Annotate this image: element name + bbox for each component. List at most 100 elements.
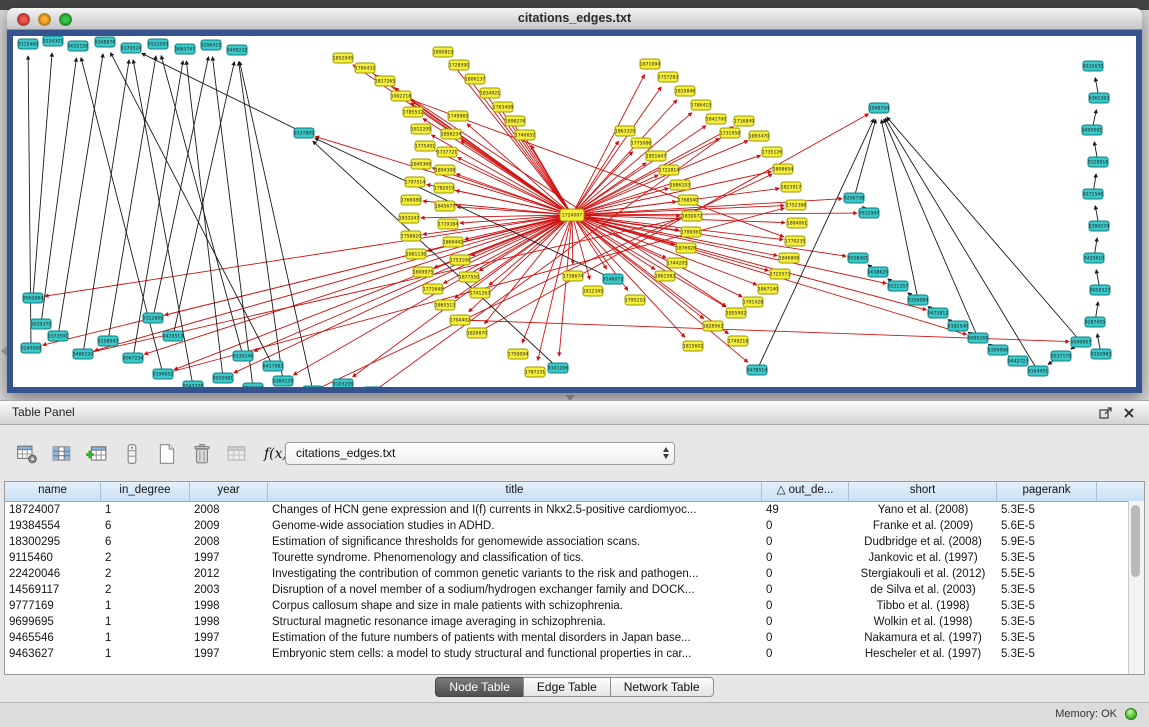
graph-node[interactable]: 9032158	[68, 41, 89, 51]
graph-node[interactable]: 1863329	[615, 126, 636, 136]
table-row[interactable]: 1872400712008Changes of HCN gene express…	[5, 502, 1144, 518]
graph-node[interactable]: 9271546	[1083, 189, 1104, 199]
table-mode-icon[interactable]	[121, 443, 143, 465]
graph-node[interactable]: 9537179	[1051, 351, 1072, 361]
delete-table-icon[interactable]	[191, 443, 213, 465]
graph-node[interactable]: 9049907	[1071, 337, 1092, 347]
graph-node[interactable]: 1809975	[413, 267, 434, 277]
graph-node[interactable]: 1772648	[423, 284, 444, 294]
graph-node[interactable]: 1867140	[758, 284, 779, 294]
graph-node[interactable]: 9417983	[263, 361, 284, 371]
column-header-1[interactable]: in_degree	[101, 482, 190, 501]
graph-node[interactable]: 1846806	[779, 253, 800, 263]
graph-node[interactable]: 1738674	[563, 271, 584, 281]
graph-node[interactable]: 9182540	[948, 321, 969, 331]
graph-node[interactable]: 9425610	[1084, 253, 1105, 263]
graph-node[interactable]: 9232635	[1083, 61, 1104, 71]
citation-edge-red[interactable]	[45, 215, 572, 296]
table-row[interactable]: 946362711997Embryonic stem cells: a mode…	[5, 646, 1144, 662]
citation-edge-red[interactable]	[144, 215, 572, 354]
graph-node[interactable]: 9158943	[98, 336, 119, 346]
graph-node[interactable]: 9473812	[928, 308, 949, 318]
table-settings-icon[interactable]	[16, 443, 38, 465]
show-columns-icon[interactable]	[51, 443, 73, 465]
close-window-button[interactable]	[17, 13, 30, 26]
citation-edge-black[interactable]	[854, 120, 876, 198]
citation-edge-black[interactable]	[173, 62, 234, 336]
citation-edge-black[interactable]	[28, 56, 31, 348]
table-row[interactable]: 977716911998Corpus callosum shape and si…	[5, 598, 1144, 614]
graph-node[interactable]: 9115460	[18, 39, 39, 49]
graph-node[interactable]: 1858234	[441, 129, 462, 139]
citation-edge-red[interactable]	[174, 215, 572, 370]
graph-node[interactable]: 9019375	[31, 319, 52, 329]
create-column-icon[interactable]	[86, 443, 108, 465]
graph-node[interactable]: 9429517	[163, 331, 184, 341]
graph-node[interactable]: 1871094	[640, 59, 661, 69]
graph-node[interactable]: 9287455	[1085, 317, 1106, 327]
scrollbar-thumb[interactable]	[1131, 505, 1140, 577]
column-header-6[interactable]: pagerank	[997, 482, 1097, 501]
import-table-icon[interactable]	[226, 443, 248, 465]
close-panel-icon[interactable]	[1122, 406, 1136, 420]
graph-hub-node[interactable]: 1724007	[560, 209, 584, 221]
graph-node[interactable]: 1728590	[449, 60, 470, 70]
graph-node[interactable]: 1758820	[401, 231, 422, 241]
graph-node[interactable]: 1894308	[435, 165, 456, 175]
graph-node[interactable]: 9330246	[233, 351, 254, 361]
graph-node[interactable]: 1812209	[411, 124, 432, 134]
graph-node[interactable]: 9442723	[1008, 356, 1029, 366]
graph-node[interactable]: 9265740	[243, 383, 264, 387]
graph-node[interactable]: 9067234	[123, 353, 144, 363]
graph-node[interactable]: 1735126	[762, 147, 783, 157]
graph-node[interactable]: 1902218	[391, 91, 412, 101]
graph-node[interactable]: 1753106	[450, 255, 471, 265]
tab-network-table[interactable]: Network Table	[610, 677, 714, 697]
citation-edge-red[interactable]	[293, 215, 572, 375]
table-row[interactable]: 911546021997Tourette syndrome. Phenomeno…	[5, 550, 1144, 566]
graph-node[interactable]: 9478514	[747, 365, 768, 375]
graph-node[interactable]: 1722814	[659, 165, 680, 175]
graph-node[interactable]: 9562684	[23, 293, 44, 303]
graph-node[interactable]: 1749218	[728, 336, 749, 346]
citation-edge-red[interactable]	[165, 215, 572, 315]
graph-node[interactable]: 9206738	[844, 193, 865, 203]
graph-node[interactable]: 9512947	[859, 208, 880, 218]
graph-node[interactable]: 1794402	[450, 315, 471, 325]
citation-edge-red[interactable]	[572, 215, 886, 283]
graph-node[interactable]: 1842700	[706, 114, 727, 124]
graph-node[interactable]: 1881136	[406, 249, 427, 259]
zoom-window-button[interactable]	[59, 13, 72, 26]
column-header-3[interactable]: title	[268, 482, 762, 501]
graph-node[interactable]: 1785532	[403, 107, 424, 117]
graph-node[interactable]: 9103295	[333, 379, 354, 387]
graph-node[interactable]: 9026981	[213, 373, 234, 383]
graph-node[interactable]: 9221357	[888, 281, 909, 291]
citation-edge-red[interactable]	[95, 215, 572, 351]
graph-node[interactable]: 1770235	[785, 236, 806, 246]
graph-node[interactable]: 1766089	[401, 195, 422, 205]
graph-node[interactable]: 9146072	[603, 274, 624, 284]
graph-node[interactable]: 1782019	[434, 183, 455, 193]
graph-node[interactable]: 1759004	[508, 349, 529, 359]
graph-node[interactable]: 1752388	[786, 200, 807, 210]
citation-edge-red[interactable]	[572, 215, 728, 334]
table-row[interactable]: 1456911722003Disruption of a novel membe…	[5, 582, 1144, 598]
citation-edge-black[interactable]	[111, 53, 273, 366]
citation-edge-black[interactable]	[142, 53, 304, 133]
table-row[interactable]: 1830029562008Estimation of significance …	[5, 534, 1144, 550]
graph-node[interactable]: 9543378	[183, 381, 204, 387]
graph-node[interactable]: 1890815	[433, 47, 454, 57]
table-row[interactable]: 2242004622012Investigating the contribut…	[5, 566, 1144, 582]
table-selector-dropdown[interactable]: citations_edges.txt	[285, 442, 675, 465]
column-header-4[interactable]: △ out_de...	[762, 482, 849, 501]
graph-node[interactable]: 9558401	[848, 253, 869, 263]
graph-node[interactable]: 1830072	[682, 211, 703, 221]
citation-edge-black[interactable]	[240, 62, 313, 387]
graph-node[interactable]: 1763408	[493, 102, 514, 112]
collapse-left-handle[interactable]	[1, 346, 7, 356]
graph-node[interactable]: 9164451	[1028, 366, 1049, 376]
graph-node[interactable]: 1826870	[467, 328, 488, 338]
graph-node[interactable]: 1823917	[781, 182, 802, 192]
graph-node[interactable]: 9486120	[73, 349, 94, 359]
